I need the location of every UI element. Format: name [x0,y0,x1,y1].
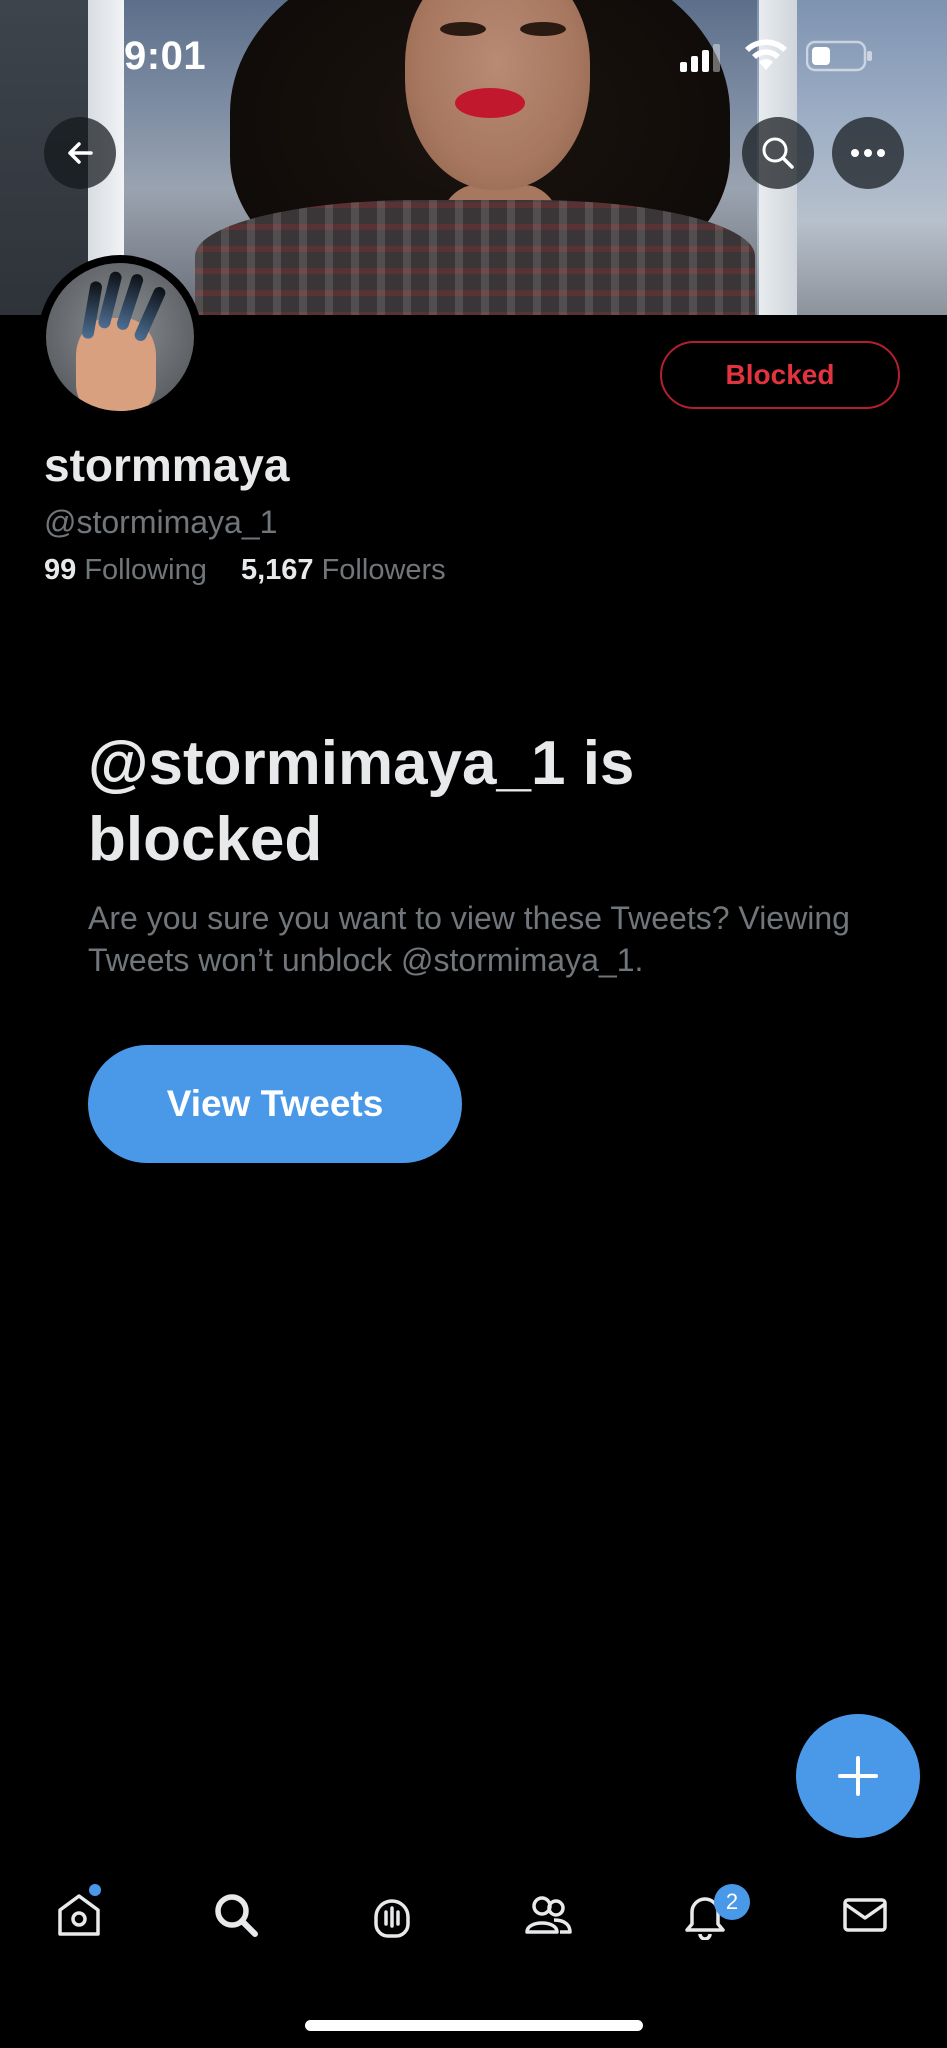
notifications-badge: 2 [714,1884,750,1920]
search-button[interactable] [742,117,814,189]
search-icon [762,137,794,169]
followers-link[interactable]: 5,167 Followers [241,554,446,586]
blocked-button[interactable]: Blocked [660,341,900,409]
followers-label: Followers [321,554,446,586]
wifi-icon [745,39,787,70]
home-indicator[interactable] [305,2020,643,2031]
home-icon [58,1894,100,1936]
more-horizontal-icon [851,149,885,157]
plus-icon [838,1756,878,1796]
tab-messages[interactable] [825,1875,905,1955]
compose-tweet-button[interactable] [796,1714,920,1838]
more-options-button[interactable] [832,117,904,189]
view-tweets-button[interactable]: View Tweets [88,1045,462,1163]
blocked-title: @stormimaya_1 is blocked [88,729,635,874]
tab-search[interactable] [196,1875,276,1955]
communities-icon [525,1896,572,1934]
battery-icon [806,40,872,72]
back-button[interactable] [44,117,116,189]
display-name: stormmaya [44,439,290,491]
followers-count: 5,167 [240,554,314,586]
tab-home[interactable] [39,1875,119,1955]
envelope-icon [843,1898,887,1932]
following-link[interactable]: 99 Following [44,554,215,586]
profile-handle: @stormimaya_1 [44,504,278,540]
search-icon [215,1894,258,1937]
home-unread-dot [89,1884,101,1896]
banner-shirt [195,200,755,315]
avatar-image [46,263,194,411]
blocked-description: Are you sure you want to view these Twee… [88,900,850,978]
status-bar: 9:01 [0,0,947,110]
follow-stats: 99 Following 5,167 Followers [44,554,446,587]
following-label: Following [84,554,207,586]
spaces-microphone-icon [374,1899,410,1938]
tab-spaces[interactable] [352,1875,432,1955]
following-count: 99 [44,554,77,586]
cellular-signal-icon [680,44,720,72]
tab-communities[interactable] [508,1875,588,1955]
status-time: 9:01 [124,34,207,78]
avatar[interactable] [38,255,202,419]
bottom-tab-bar [0,1870,947,1970]
arrow-left-icon [68,142,93,164]
